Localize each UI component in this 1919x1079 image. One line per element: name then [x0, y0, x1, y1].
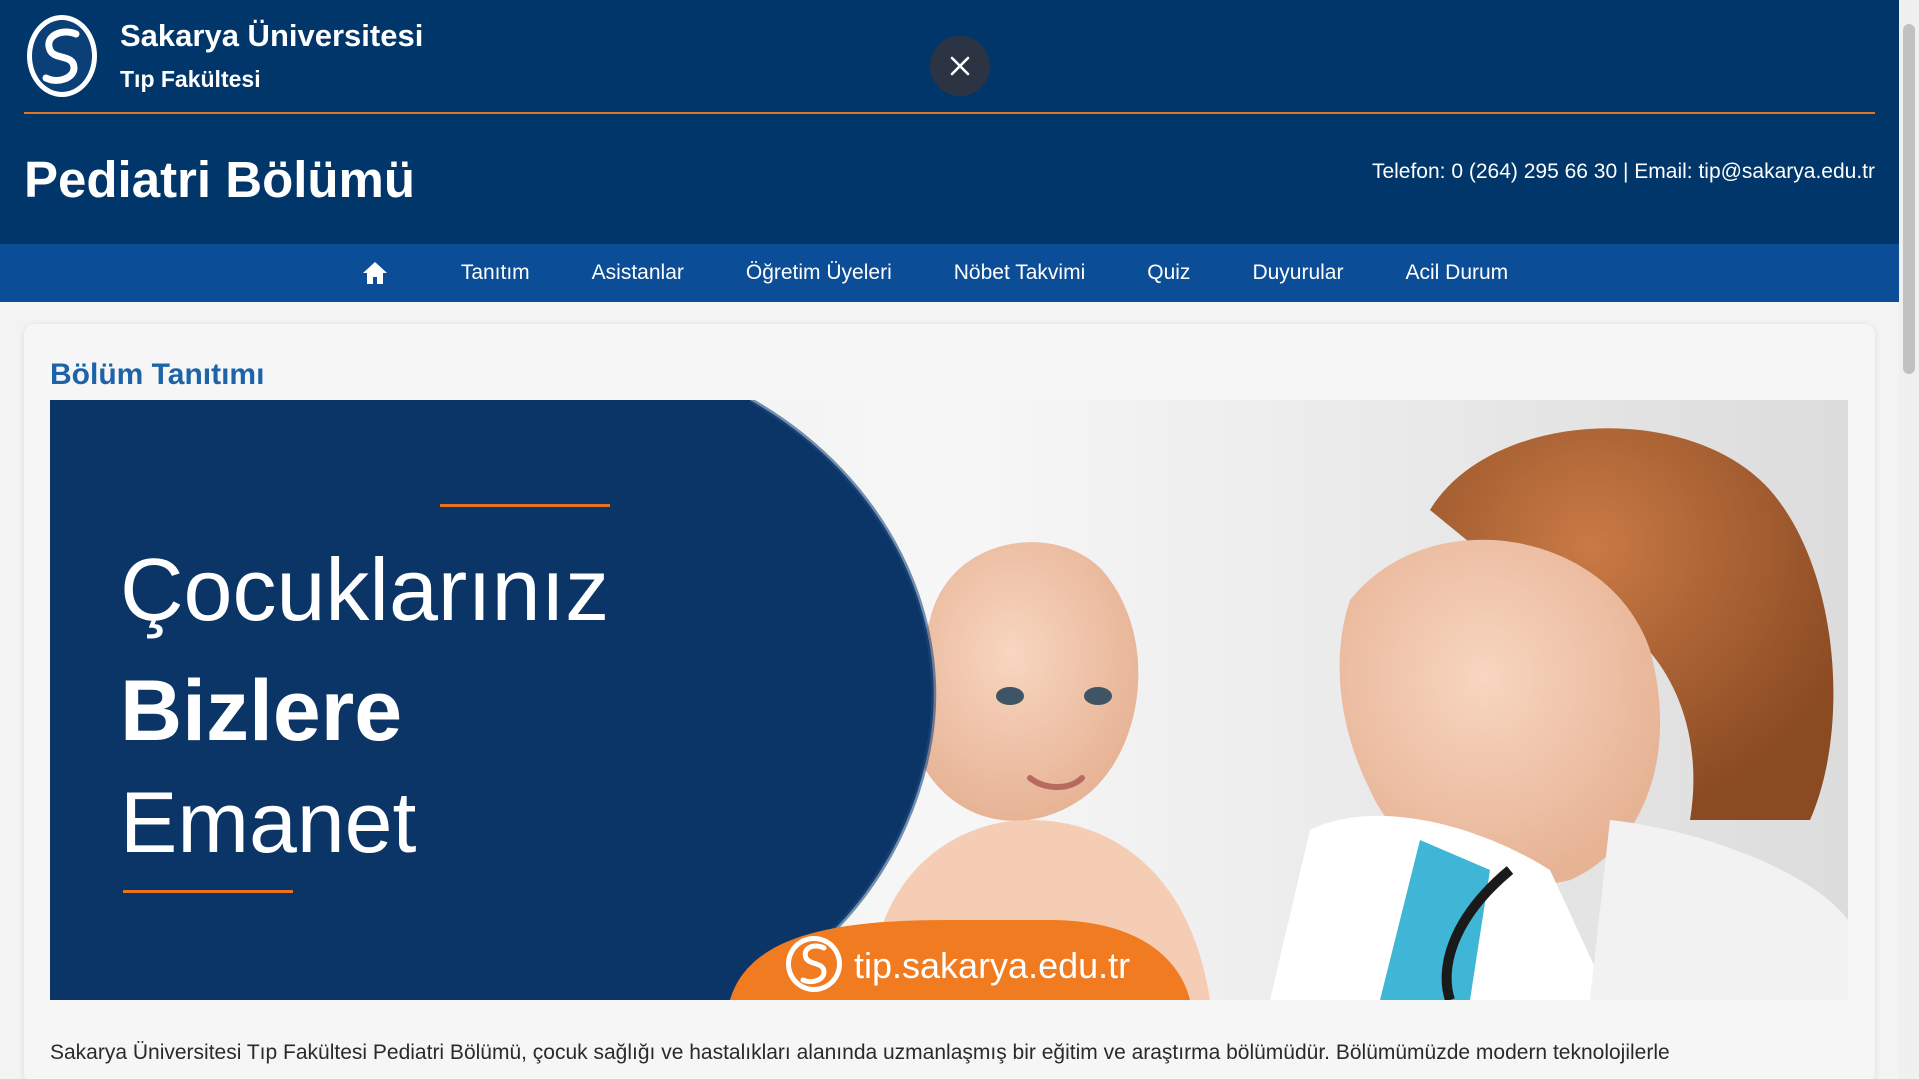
banner-accent-bottom	[123, 890, 293, 893]
faculty-name: Tıp Fakültesi	[120, 66, 261, 92]
site-header: Sakarya Üniversitesi Tıp Fakültesi Pedia…	[0, 0, 1899, 244]
page-title: Pediatri Bölümü	[24, 151, 416, 208]
nav-item-nobet-takvimi[interactable]: Nöbet Takvimi	[954, 261, 1086, 285]
hero-banner: Çocuklarınız Bizlere Emanet tip.sakarya.…	[50, 400, 1848, 1000]
close-button[interactable]	[930, 36, 990, 96]
close-icon	[950, 56, 970, 76]
nav-item-tanitim[interactable]: Tanıtım	[461, 261, 530, 285]
nav-item-quiz[interactable]: Quiz	[1147, 261, 1190, 285]
banner-url: tip.sakarya.edu.tr	[854, 945, 1130, 986]
nav-item-asistanlar[interactable]: Asistanlar	[592, 261, 684, 285]
banner-logo-icon	[786, 936, 842, 992]
banner-accent-top	[440, 504, 610, 507]
nav-item-ogretim-uyeleri[interactable]: Öğretim Üyeleri	[746, 261, 892, 285]
university-name: Sakarya Üniversitesi	[120, 18, 424, 53]
scrollbar-thumb[interactable]	[1903, 24, 1915, 374]
banner-graphic: Çocuklarınız Bizlere Emanet tip.sakarya.…	[50, 400, 1848, 1000]
banner-line-3: Emanet	[120, 775, 416, 871]
nav-item-acil-durum[interactable]: Acil Durum	[1405, 261, 1508, 285]
nav-home[interactable]	[360, 258, 390, 288]
home-icon	[362, 262, 387, 284]
banner-line-1: Çocuklarınız	[120, 540, 609, 639]
university-logo[interactable]	[24, 12, 100, 100]
banner-line-2: Bizlere	[120, 663, 402, 759]
content-card: Bölüm Tanıtımı Çocuklarınız Bizlere Eman…	[24, 324, 1875, 1079]
contact-info: Telefon: 0 (264) 295 66 30 | Email: tip@…	[1371, 160, 1875, 183]
nav-item-duyurular[interactable]: Duyurular	[1252, 261, 1343, 285]
header-divider	[24, 112, 1875, 114]
section-title: Bölüm Tanıtımı	[50, 358, 265, 391]
intro-paragraph: Sakarya Üniversitesi Tıp Fakültesi Pedia…	[50, 1041, 1670, 1064]
main-nav: Tanıtım Asistanlar Öğretim Üyeleri Nöbet…	[0, 244, 1899, 302]
page-scrollbar[interactable]	[1899, 0, 1919, 1079]
